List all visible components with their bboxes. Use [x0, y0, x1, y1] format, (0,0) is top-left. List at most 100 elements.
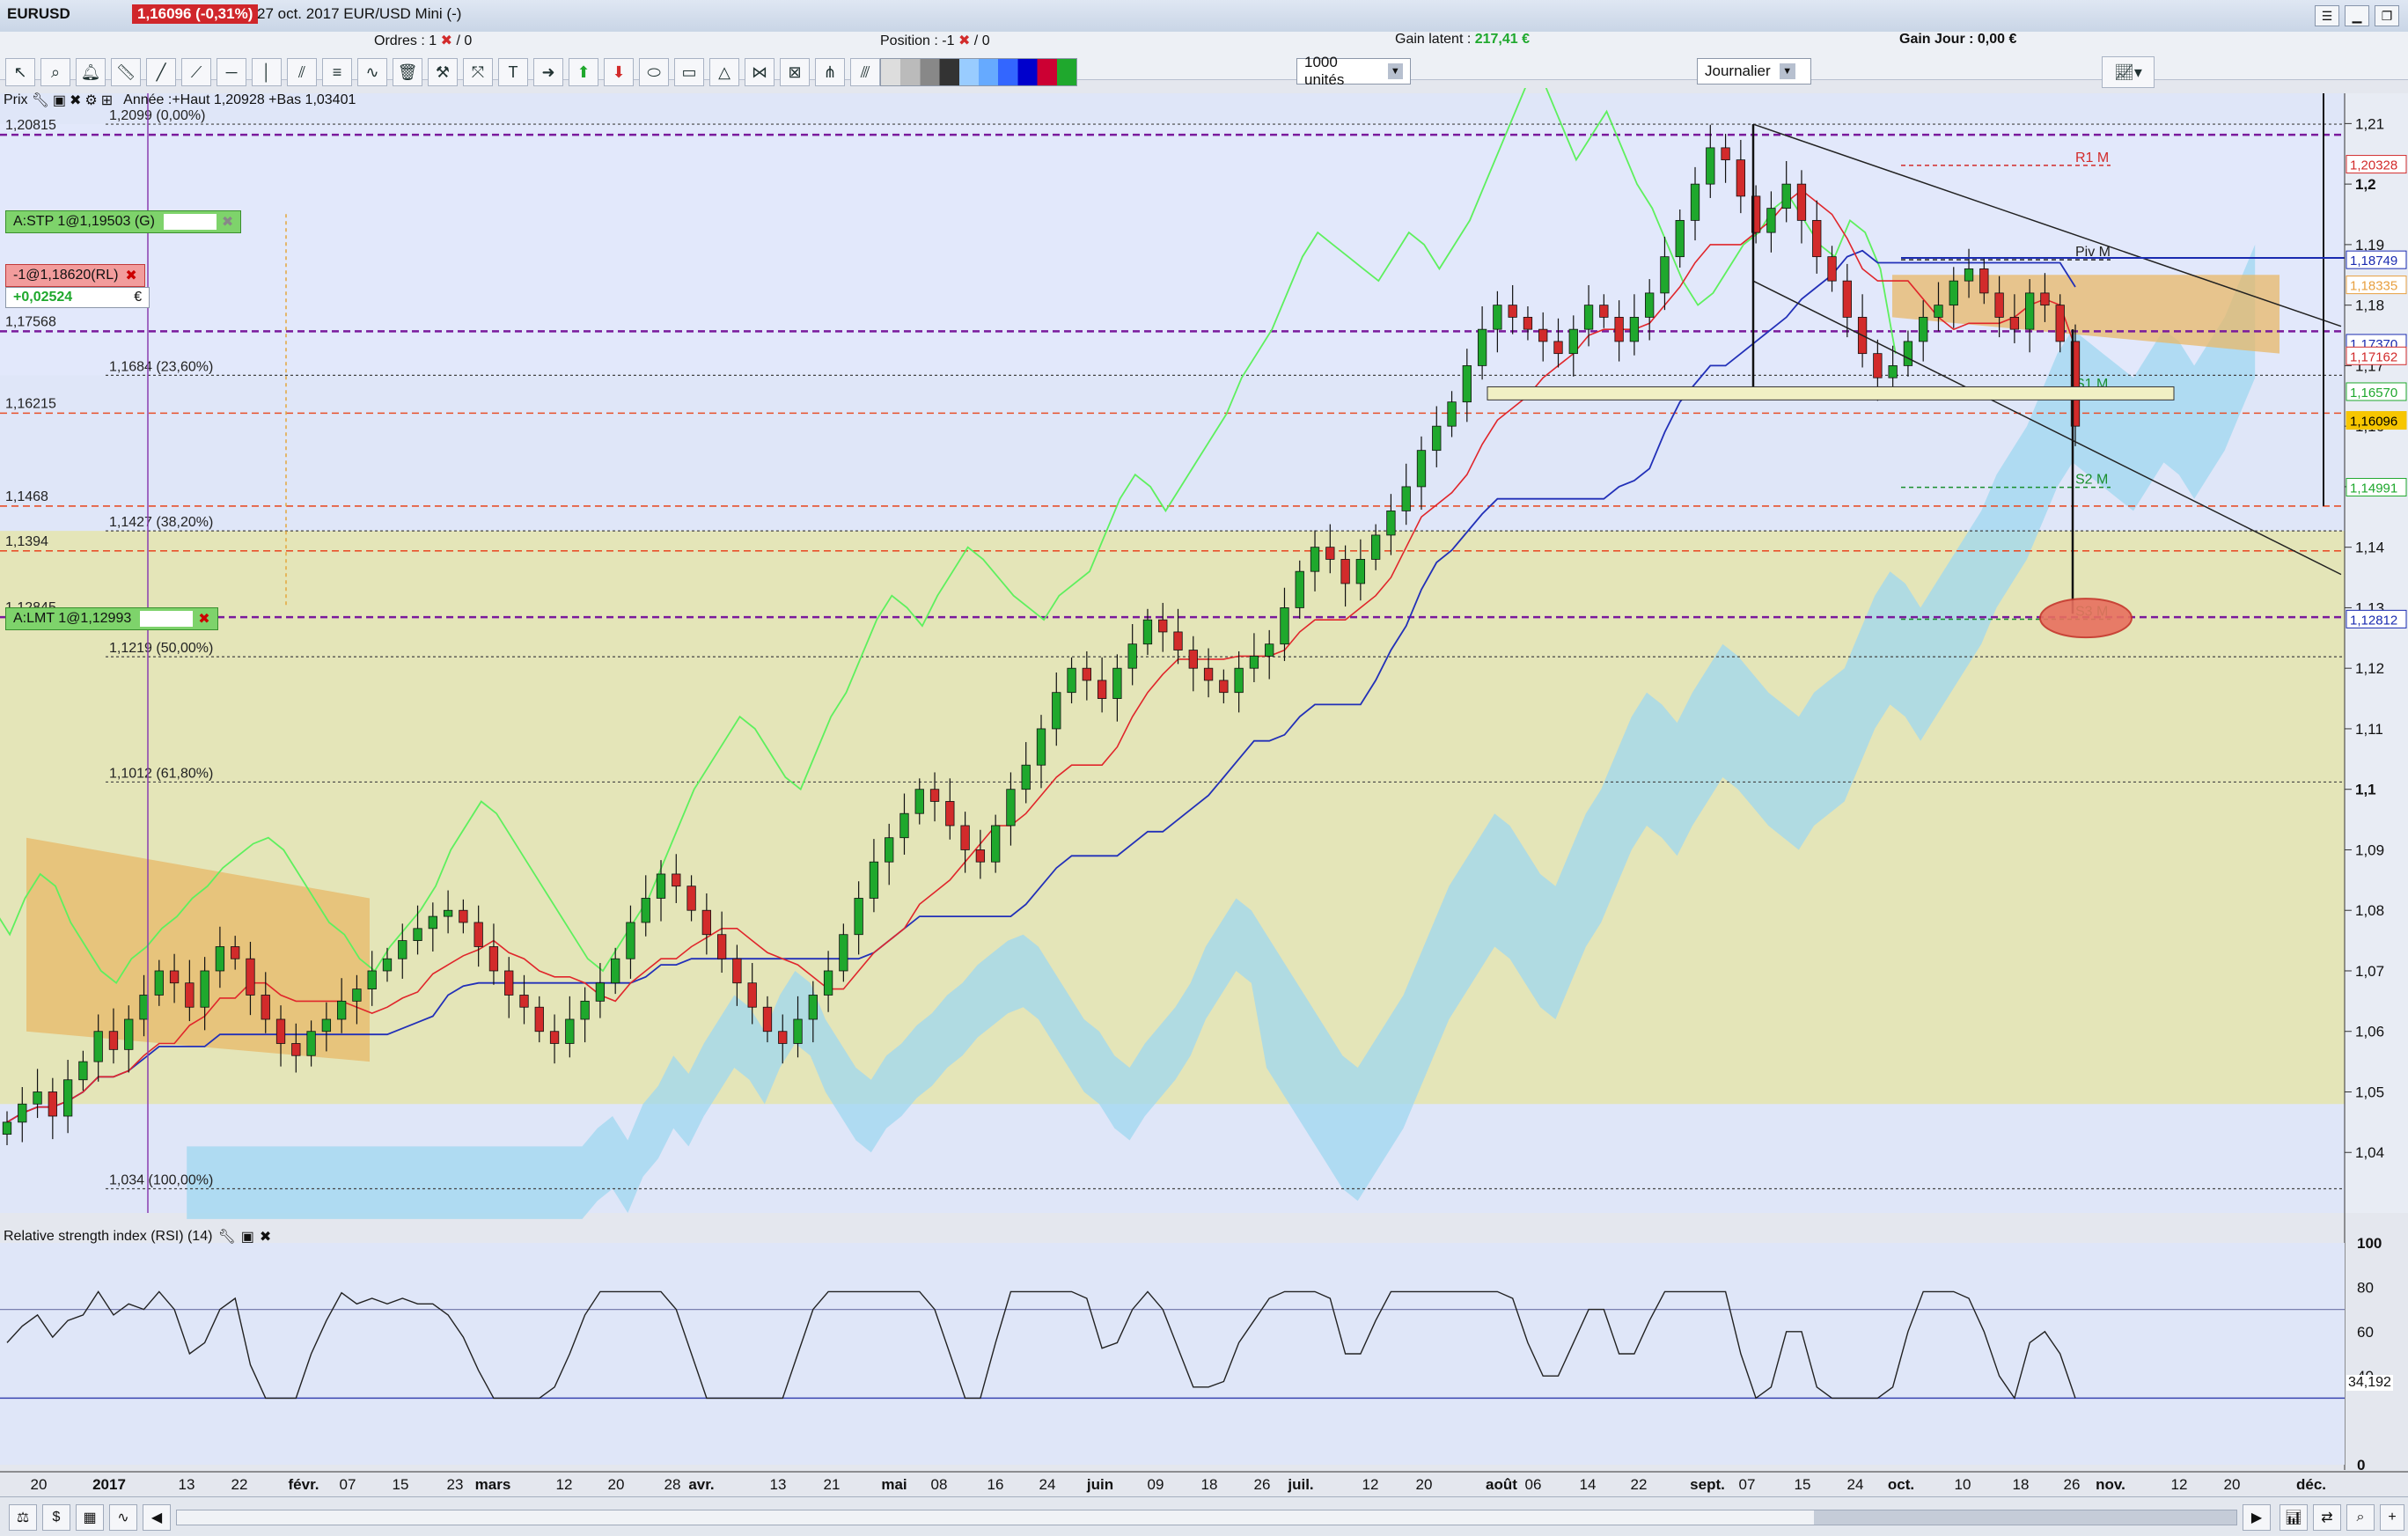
arrow-down-icon[interactable]: ⬇	[604, 58, 634, 86]
candle-body	[1340, 559, 1350, 584]
x-tick-label: 16	[987, 1476, 1004, 1493]
candle-body	[48, 1091, 57, 1117]
color-palette[interactable]	[880, 58, 1077, 86]
limit-order-tag[interactable]: A:LMT 1@1,12993 ✖	[5, 607, 218, 630]
calculator-icon[interactable]: ▦	[76, 1504, 104, 1531]
andrews-icon[interactable]: ⋔	[815, 58, 845, 86]
triangle-icon[interactable]: △	[709, 58, 739, 86]
candle-body	[823, 970, 833, 996]
rsi-tick-label: 0	[2357, 1457, 2365, 1474]
candle-body	[565, 1018, 575, 1044]
chart-style-icon[interactable]: 📊︎	[2280, 1504, 2308, 1531]
candle-body	[732, 958, 742, 984]
y-tick-label: 1,08	[2355, 902, 2384, 919]
minimize-icon[interactable]: ▁	[2345, 5, 2369, 26]
settings-icon[interactable]: ⚙	[84, 92, 97, 109]
add-icon[interactable]: ⊞	[101, 92, 113, 109]
text-tool-icon[interactable]: T	[498, 58, 528, 86]
fibonacci-icon[interactable]: ≡	[322, 58, 352, 86]
time-scrollbar[interactable]	[176, 1510, 2237, 1525]
dollar-icon[interactable]: $	[42, 1504, 70, 1531]
rsi-panel-bg	[0, 1243, 2345, 1465]
price-chart[interactable]: 1,2099 (0,00%) 1,1684 (23,60%) 1,1427 (38,…	[0, 88, 2408, 1495]
candle-body	[62, 1079, 73, 1117]
candle-body	[1386, 511, 1396, 536]
horizontal-line-icon[interactable]: ─	[217, 58, 246, 86]
menu-icon[interactable]: ☰	[2315, 5, 2339, 26]
close-icon[interactable]: ✖	[70, 92, 81, 109]
period-select[interactable]: Journalier ▼	[1697, 58, 1811, 85]
ruler-icon[interactable]: 📏︎	[111, 58, 141, 86]
x-tick-label: 28	[664, 1476, 681, 1493]
candle-body	[1234, 667, 1244, 694]
price-tag-label: 1,16096	[2350, 415, 2397, 430]
position-tag[interactable]: -1@1,18620(RL) ✖	[5, 264, 145, 287]
trendline-icon[interactable]: ╱	[146, 58, 176, 86]
price-tag-label: 1,18749	[2350, 254, 2397, 268]
last-change-badge: 1,16096 (-0,31%)	[132, 4, 259, 24]
position-label: Position : -1 ✖ / 0	[880, 33, 990, 48]
channel-icon[interactable]: ⫽	[287, 58, 317, 86]
zoom-in-icon[interactable]: +	[2380, 1504, 2404, 1531]
candle-body	[2, 1121, 12, 1135]
remove-stop-icon[interactable]: ✖	[222, 213, 233, 231]
wave-icon[interactable]: ∿	[357, 58, 387, 86]
alert-bell-icon[interactable]: 🔔︎	[76, 58, 106, 86]
x-tick-label: 22	[1631, 1476, 1648, 1493]
gann-icon[interactable]: ⊠	[780, 58, 810, 86]
wrench-icon[interactable]: 🔧︎	[32, 92, 49, 109]
symbol-label[interactable]: EURUSD	[7, 5, 70, 23]
candle-body	[1721, 147, 1730, 161]
fib-level-label: 1,1427 (38,20%)	[109, 515, 213, 530]
scroll-left-icon[interactable]: ◀	[143, 1504, 171, 1531]
tools-icon[interactable]: ⚒	[428, 58, 458, 86]
scroll-thumb[interactable]	[1814, 1510, 2236, 1525]
fan-icon[interactable]: ⫻	[850, 58, 880, 86]
restore-icon[interactable]: ❐	[2375, 5, 2399, 26]
candle-body	[488, 946, 499, 972]
compare-icon[interactable]: ⇄	[2313, 1504, 2341, 1531]
rectangle-icon[interactable]: ▭	[674, 58, 704, 86]
candle-body	[1416, 450, 1427, 488]
candle-body	[1158, 619, 1168, 633]
candle-body	[200, 970, 209, 1008]
candle-body	[108, 1031, 119, 1050]
scroll-right-icon[interactable]: ▶	[2243, 1504, 2271, 1531]
close-position-tag-icon[interactable]: ✖	[125, 267, 136, 284]
scale-icon[interactable]: ⚖	[9, 1504, 37, 1531]
zoom-fit-icon[interactable]: ⌕	[2346, 1504, 2375, 1531]
ellipse-icon[interactable]: ⬭	[639, 58, 669, 86]
trash-icon[interactable]: 🗑︎	[393, 58, 422, 86]
rsi-close-icon[interactable]: ✖	[260, 1228, 271, 1246]
arrow-up-icon[interactable]: ⬆	[569, 58, 598, 86]
price-legend[interactable]: Prix	[4, 92, 28, 108]
zoom-tool-icon[interactable]: ⌕	[40, 58, 70, 86]
pointer-tool-icon[interactable]: ↖	[5, 58, 35, 86]
window-icon[interactable]: ▣	[53, 92, 66, 109]
indicator-menu-icon[interactable]: 📈︎▾	[2102, 56, 2155, 88]
arrow-right-icon[interactable]: ➜	[533, 58, 563, 86]
rsi-window-icon[interactable]: ▣	[241, 1228, 254, 1246]
window-controls: ☰ ▁ ❐	[2315, 5, 2399, 26]
x-tick-label: 18	[2013, 1476, 2030, 1493]
pattern-icon[interactable]: ⋈	[745, 58, 775, 86]
stop-order-tag[interactable]: A:STP 1@1,19503 (G) ✖	[5, 210, 242, 233]
indicators-icon[interactable]: ∿	[109, 1504, 137, 1531]
close-position-icon[interactable]: ✖	[958, 33, 970, 48]
gain-jour: Gain Jour : 0,00 €	[1899, 32, 2017, 47]
cancel-orders-icon[interactable]: ✖	[441, 33, 452, 48]
ray-icon[interactable]: ⟋	[181, 58, 211, 86]
units-select[interactable]: 1000 unités ▼	[1296, 54, 1411, 88]
candle-body	[762, 1006, 773, 1033]
fib-level-label: 1,1684 (23,60%)	[109, 359, 213, 374]
candle-body	[93, 1031, 103, 1062]
candle-body	[1812, 219, 1822, 258]
rsi-title[interactable]: Relative strength index (RSI) (14)	[4, 1229, 212, 1245]
cross-icon[interactable]: ⤧	[463, 58, 493, 86]
candle-body	[1142, 619, 1153, 645]
rsi-wrench-icon[interactable]: 🔧︎	[217, 1228, 235, 1246]
candle-body	[1629, 316, 1640, 342]
remove-limit-icon[interactable]: ✖	[198, 610, 209, 628]
candle-body	[1796, 183, 1807, 221]
vertical-line-icon[interactable]: │	[252, 58, 282, 86]
